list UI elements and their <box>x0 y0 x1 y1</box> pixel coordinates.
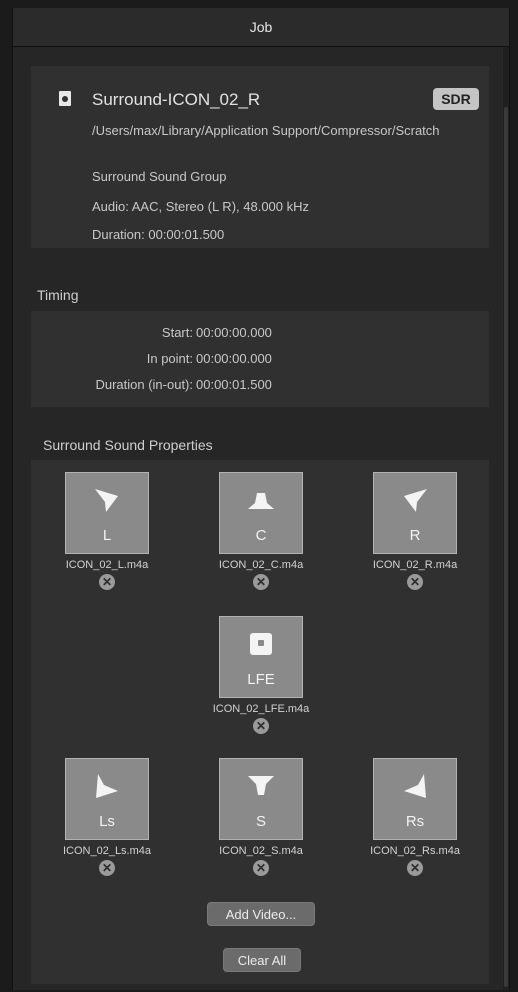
channel-s-dropzone[interactable]: S <box>219 758 303 840</box>
job-window: Job Surround-ICON_02_R SDR /Users/max/Li… <box>12 8 510 990</box>
add-video-button[interactable]: Add Video... <box>207 902 315 926</box>
channel-file: ICON_02_C.m4a <box>218 559 304 571</box>
file-icon <box>59 91 71 106</box>
channel-s: S ICON_02_S.m4a ✕ <box>201 758 321 876</box>
sdr-badge: SDR <box>433 88 479 110</box>
channel-label: Ls <box>99 813 115 830</box>
timing-value: 00:00:01.500 <box>196 377 272 392</box>
inspector-content: Surround-ICON_02_R SDR /Users/max/Librar… <box>31 66 489 984</box>
speaker-center-icon <box>248 493 274 509</box>
channel-ls: Ls ICON_02_Ls.m4a ✕ <box>47 758 167 876</box>
remove-icon[interactable]: ✕ <box>99 860 115 876</box>
job-audio: Audio: AAC, Stereo (L R), 48.000 kHz <box>92 199 310 214</box>
channel-label: L <box>102 527 112 544</box>
speaker-front-right-icon <box>404 489 427 512</box>
remove-icon[interactable]: ✕ <box>407 574 423 590</box>
remove-icon[interactable]: ✕ <box>99 574 115 590</box>
remove-icon[interactable]: ✕ <box>253 574 269 590</box>
speaker-surround-icon <box>248 776 274 795</box>
scrollbar[interactable] <box>503 47 509 990</box>
speaker-left-surround-icon <box>96 774 118 798</box>
channel-label: Rs <box>405 813 425 830</box>
channel-c-dropzone[interactable]: C <box>219 472 303 554</box>
channel-file: ICON_02_LFE.m4a <box>212 703 310 715</box>
channel-file: ICON_02_Ls.m4a <box>62 845 152 857</box>
channel-label: LFE <box>247 671 275 688</box>
job-duration: Duration: 00:00:01.500 <box>92 227 225 242</box>
channel-rs: Rs ICON_02_Rs.m4a ✕ <box>355 758 475 876</box>
scrollbar-thumb[interactable] <box>504 107 508 987</box>
subwoofer-icon <box>250 633 272 655</box>
timing-label: In point: <box>146 351 193 366</box>
channel-l: L ICON_02_L.m4a ✕ <box>47 472 167 590</box>
channel-ls-dropzone[interactable]: Ls <box>65 758 149 840</box>
channel-r: R ICON_02_R.m4a ✕ <box>355 472 475 590</box>
job-name: Surround-ICON_02_R <box>92 90 261 109</box>
channel-rs-dropzone[interactable]: Rs <box>373 758 457 840</box>
timing-value: 00:00:00.000 <box>196 325 272 340</box>
window-titlebar: Job <box>13 8 509 47</box>
surround-panel: L ICON_02_L.m4a ✕ C ICON_02_C.m4a ✕ R IC… <box>31 460 489 984</box>
timing-value: 00:00:00.000 <box>196 351 272 366</box>
channel-file: ICON_02_L.m4a <box>65 559 149 571</box>
channel-l-dropzone[interactable]: L <box>65 472 149 554</box>
window-title: Job <box>249 19 273 35</box>
remove-icon[interactable]: ✕ <box>407 860 423 876</box>
speaker-front-left-icon <box>95 489 118 512</box>
channel-c: C ICON_02_C.m4a ✕ <box>201 472 321 590</box>
channel-r-dropzone[interactable]: R <box>373 472 457 554</box>
speaker-right-surround-icon <box>404 774 426 798</box>
channel-file: ICON_02_R.m4a <box>372 559 458 571</box>
timing-title: Timing <box>37 287 79 303</box>
remove-icon[interactable]: ✕ <box>253 718 269 734</box>
channel-file: ICON_02_Rs.m4a <box>370 845 460 857</box>
job-path: /Users/max/Library/Application Support/C… <box>92 123 440 138</box>
channel-label: S <box>255 813 266 830</box>
channel-label: C <box>255 527 267 544</box>
timing-label: Start: <box>161 325 193 340</box>
job-group: Surround Sound Group <box>92 169 227 184</box>
channel-lfe: LFE ICON_02_LFE.m4a ✕ <box>201 616 321 734</box>
timing-label: Duration (in-out): <box>95 377 193 392</box>
channel-file: ICON_02_S.m4a <box>219 845 303 857</box>
surround-title: Surround Sound Properties <box>43 437 213 453</box>
remove-icon[interactable]: ✕ <box>253 860 269 876</box>
clear-all-button[interactable]: Clear All <box>223 948 301 972</box>
job-summary-panel: Surround-ICON_02_R SDR /Users/max/Librar… <box>31 66 489 248</box>
timing-panel: Start: 00:00:00.000 In point: 00:00:00.0… <box>31 311 489 407</box>
channel-lfe-dropzone[interactable]: LFE <box>219 616 303 698</box>
channel-label: R <box>409 527 421 544</box>
